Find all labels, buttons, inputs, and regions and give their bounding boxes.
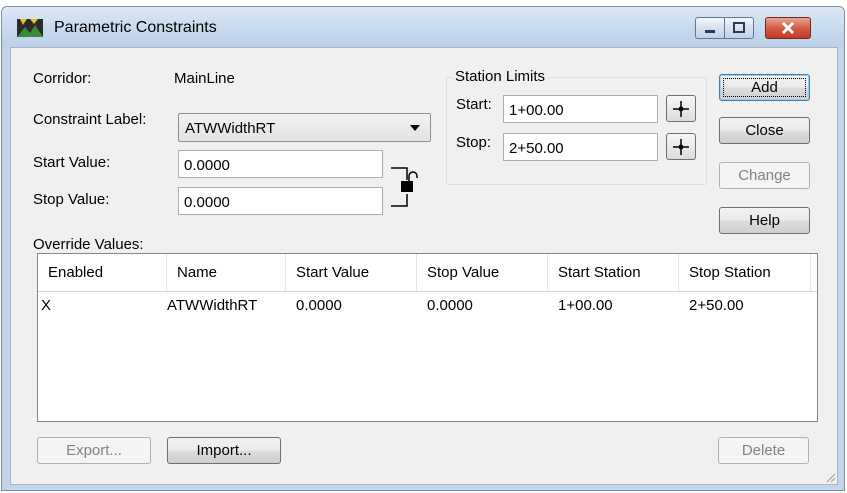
close-button[interactable]: Close — [719, 117, 810, 144]
constraint-label-label: Constraint Label: — [33, 111, 147, 128]
cell-stop-value: 0.0000 — [427, 297, 473, 314]
maximize-icon — [733, 22, 745, 33]
override-values-table[interactable]: Enabled Name Start Value Stop Value Star… — [37, 253, 818, 422]
close-window-button[interactable] — [765, 17, 811, 39]
corridor-value: MainLine — [174, 70, 235, 87]
app-icon — [17, 19, 43, 37]
cell-stop-station: 2+50.00 — [689, 297, 744, 314]
column-header-stop-value[interactable]: Stop Value — [417, 254, 548, 291]
help-button[interactable]: Help — [719, 207, 810, 234]
export-button[interactable]: Export... — [37, 437, 151, 464]
add-button[interactable]: Add — [719, 74, 810, 101]
column-header-enabled[interactable]: Enabled — [38, 254, 167, 291]
delete-button[interactable]: Delete — [718, 437, 809, 464]
parametric-constraints-window: Parametric Constraints Corridor: MainLin… — [1, 6, 845, 491]
cell-start-station: 1+00.00 — [558, 297, 613, 314]
station-stop-input[interactable]: 2+50.00 — [503, 133, 658, 161]
minimize-button[interactable] — [695, 17, 725, 39]
column-header-start-station[interactable]: Start Station — [548, 254, 679, 291]
cell-enabled: X — [41, 297, 52, 314]
table-header: Enabled Name Start Value Stop Value Star… — [38, 254, 817, 292]
maximize-button[interactable] — [724, 17, 754, 39]
station-start-input[interactable]: 1+00.00 — [503, 95, 658, 123]
station-limits-title: Station Limits — [452, 68, 549, 85]
constraint-label-dropdown[interactable]: ATWWidthRT — [178, 113, 431, 142]
constraint-label-value: ATWWidthRT — [185, 120, 276, 137]
override-values-label: Override Values: — [33, 236, 144, 253]
column-header-stop-station[interactable]: Stop Station — [679, 254, 811, 291]
station-start-label: Start: — [456, 96, 492, 113]
station-start-pick-button[interactable] — [666, 95, 696, 122]
close-icon — [781, 21, 795, 35]
start-value-input[interactable]: 0.0000 — [178, 150, 383, 178]
start-value-label: Start Value: — [33, 154, 111, 171]
change-button[interactable]: Change — [719, 162, 810, 189]
window-title: Parametric Constraints — [54, 19, 217, 36]
column-header-name[interactable]: Name — [167, 254, 286, 291]
minimize-icon — [705, 30, 715, 33]
table-row[interactable]: X ATWWidthRT 0.0000 0.0000 1+00.00 2+50.… — [38, 291, 817, 321]
stop-value-input[interactable]: 0.0000 — [178, 187, 383, 215]
stop-value-label: Stop Value: — [33, 191, 110, 208]
crosshair-icon — [673, 139, 689, 155]
crosshair-icon — [673, 101, 689, 117]
station-stop-pick-button[interactable] — [666, 133, 696, 160]
dialog-body: Corridor: MainLine Constraint Label: ATW… — [10, 47, 838, 485]
lock-link-icon[interactable] — [389, 162, 423, 212]
column-header-start-value[interactable]: Start Value — [286, 254, 417, 291]
title-bar[interactable]: Parametric Constraints — [2, 7, 844, 47]
cell-name: ATWWidthRT — [167, 297, 258, 314]
chevron-down-icon — [410, 125, 420, 131]
import-button[interactable]: Import... — [167, 437, 281, 464]
resize-grip-icon[interactable] — [824, 471, 836, 483]
station-limits-group — [446, 77, 707, 185]
focus-rect — [723, 78, 806, 97]
station-stop-label: Stop: — [456, 134, 492, 151]
corridor-label: Corridor: — [33, 70, 92, 87]
cell-start-value: 0.0000 — [296, 297, 342, 314]
